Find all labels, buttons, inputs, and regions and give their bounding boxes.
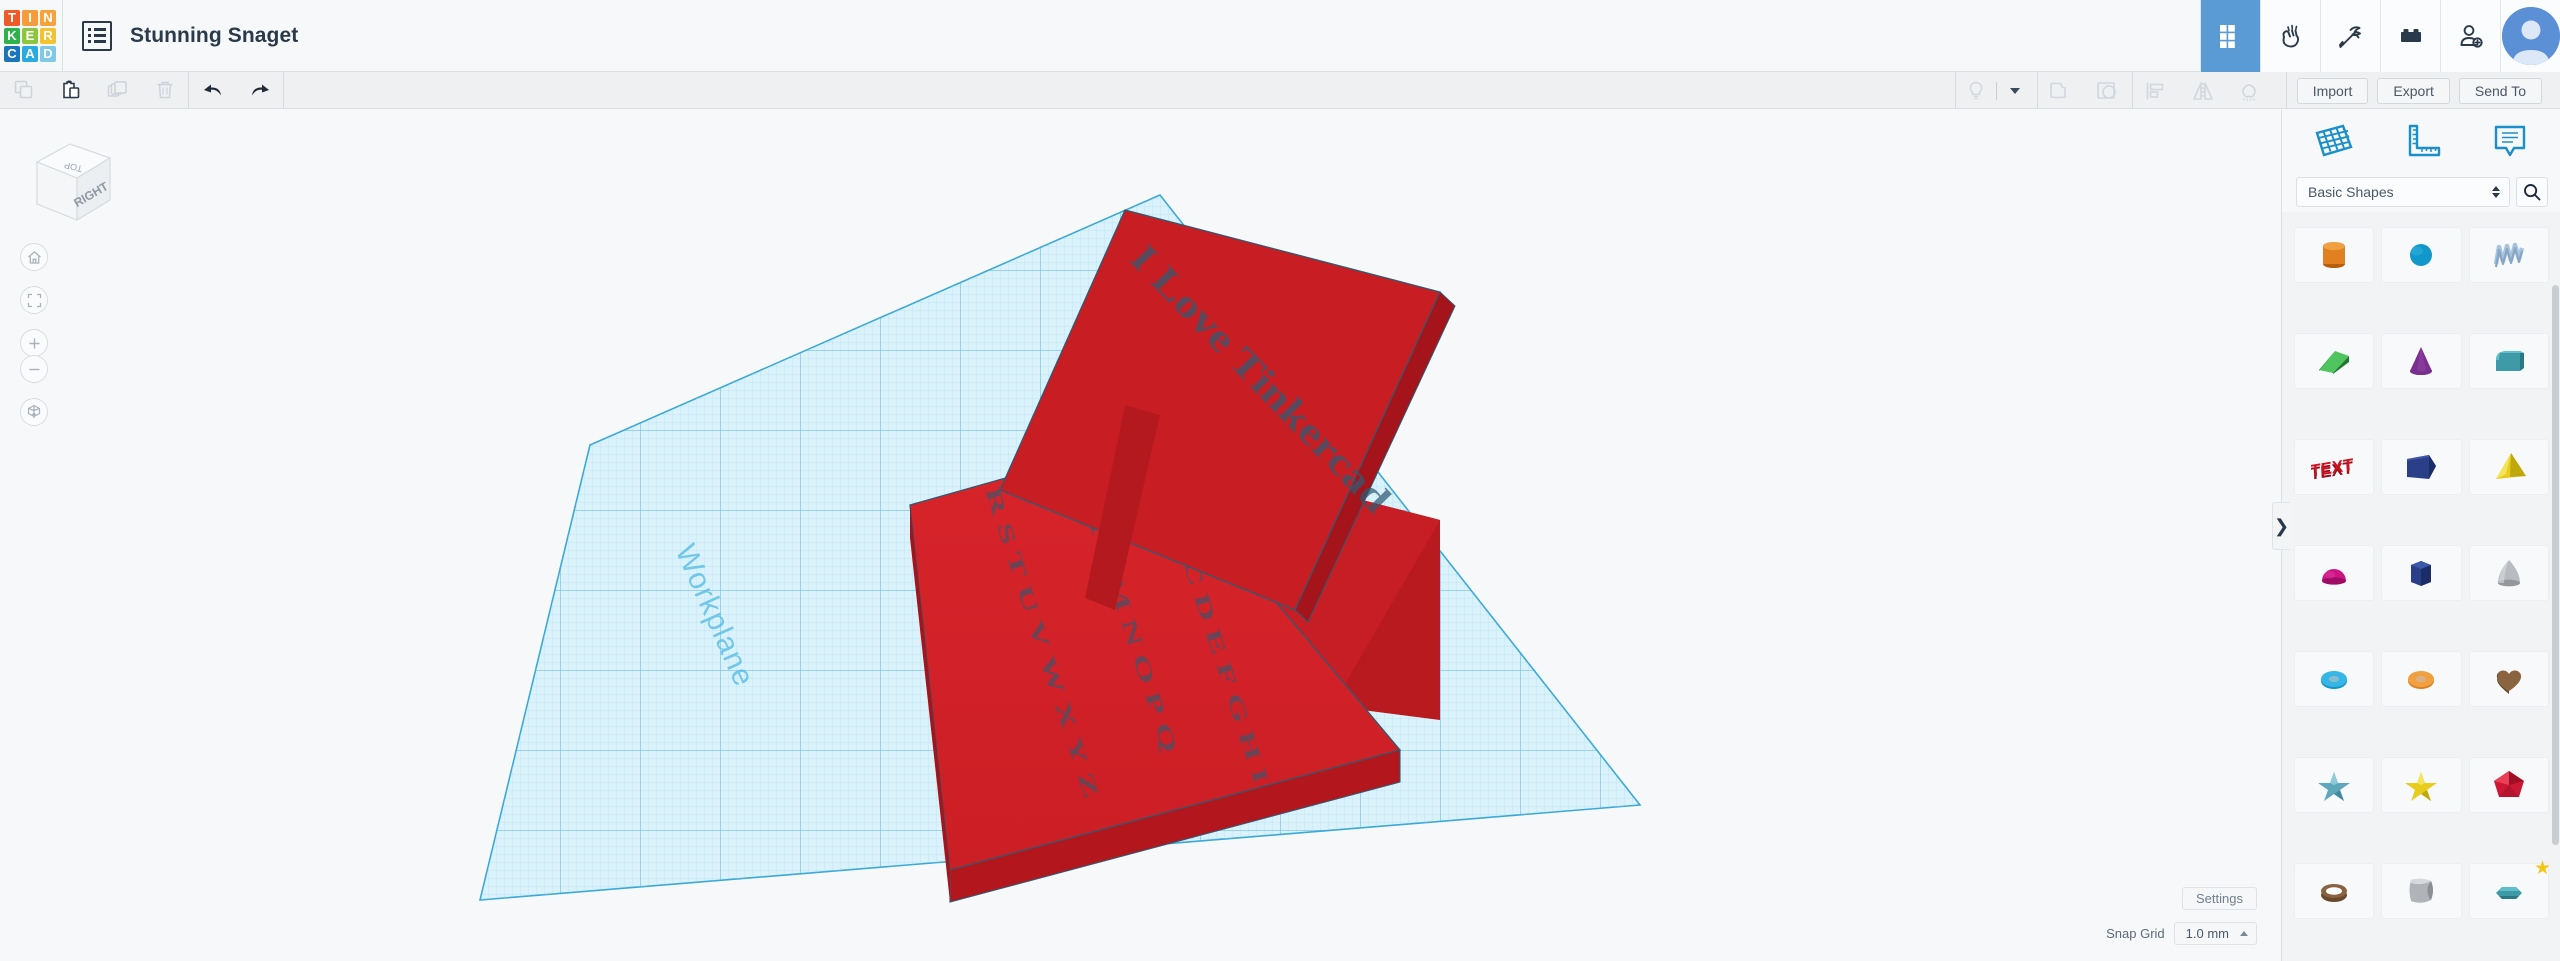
round-roof-shape[interactable] — [2381, 651, 2462, 707]
star-gold-shape[interactable] — [2381, 757, 2462, 813]
export-button[interactable]: Export — [2377, 77, 2450, 104]
redo-icon[interactable] — [236, 72, 283, 109]
chevron-up-icon — [2240, 931, 2248, 936]
logo-tile-d: D — [40, 45, 56, 62]
hand-tinker-icon[interactable] — [2260, 0, 2320, 72]
shape-library-grid[interactable]: TEXT TEXT ★ — [2282, 223, 2560, 961]
user-avatar[interactable] — [2500, 0, 2560, 72]
logo-tile-a: A — [22, 45, 38, 62]
page-title[interactable]: Stunning Snaget — [130, 24, 298, 48]
view-cube[interactable]: TOP RIGHT — [22, 132, 118, 228]
logo-tile-n: N — [40, 9, 56, 26]
toolbar-separator — [2285, 72, 2287, 109]
spinner-icon — [2492, 186, 2500, 198]
logo-tile-t: T — [4, 9, 20, 26]
star-badge-icon: ★ — [2533, 858, 2551, 879]
edit-toolbar: Import Export Send To — [0, 71, 2560, 109]
paste-icon[interactable] — [47, 72, 94, 109]
hemisphere-shape[interactable] — [2294, 545, 2375, 601]
logo-tile-e: E — [22, 27, 38, 44]
pyramid-shape[interactable] — [2468, 439, 2549, 495]
scribble-shape[interactable] — [2468, 227, 2549, 283]
header-actions — [2200, 0, 2560, 72]
chevron-down-icon[interactable] — [2003, 72, 2027, 109]
roof-shape[interactable] — [2468, 333, 2549, 389]
delete-icon[interactable] — [141, 72, 188, 109]
light-divider — [1995, 81, 1997, 100]
lightbulb-icon[interactable] — [1956, 72, 1996, 109]
magnet-icon[interactable] — [2227, 72, 2274, 109]
pickaxe-icon[interactable] — [2320, 0, 2380, 72]
list-menu-icon[interactable] — [82, 20, 112, 51]
workplane-tab-icon[interactable] — [2290, 112, 2378, 170]
add-person-icon[interactable] — [2440, 0, 2500, 72]
logo-tile-k: K — [4, 27, 20, 44]
snap-grid-value: 1.0 mm — [2185, 926, 2229, 941]
cylinder-shape[interactable] — [2294, 227, 2375, 283]
ungroup-icon[interactable] — [2085, 72, 2132, 109]
logo-tile-r: R — [40, 27, 56, 44]
gem-shape[interactable]: ★ — [2468, 859, 2551, 919]
ring-shape[interactable] — [2294, 863, 2375, 919]
logo-tile-c: C — [4, 45, 20, 62]
snap-grid-row: Snap Grid 1.0 mm — [2106, 922, 2257, 945]
snap-grid-select[interactable]: 1.0 mm — [2173, 922, 2257, 945]
torus-shape[interactable] — [2294, 651, 2375, 707]
history-group — [189, 72, 283, 109]
polyhedron-shape[interactable] — [2468, 757, 2549, 813]
ruler-tab-icon[interactable] — [2378, 112, 2466, 170]
clipboard-group — [0, 72, 188, 109]
toolbar-right-group: Import Export Send To — [1954, 72, 2560, 109]
rounded-cube-shape[interactable] — [2381, 863, 2462, 919]
logo-tile-i: I — [22, 9, 38, 26]
home-view-button[interactable] — [20, 243, 48, 271]
search-icon[interactable] — [2516, 177, 2548, 207]
star-shape[interactable] — [2294, 757, 2375, 813]
wedge-shape[interactable] — [2294, 333, 2375, 389]
undo-icon[interactable] — [189, 72, 236, 109]
copy-icon[interactable] — [0, 72, 47, 109]
header-divider — [62, 0, 63, 72]
snap-grid-label: Snap Grid — [2106, 926, 2165, 941]
send-to-button[interactable]: Send To — [2458, 77, 2542, 104]
shape-category-select[interactable]: Basic Shapes — [2296, 177, 2510, 207]
3d-viewport[interactable]: Workplane ABCDEFGHI JKLMNOPQ RSTUVWXYZ I… — [0, 110, 2281, 961]
box-shape[interactable] — [2381, 439, 2462, 495]
zoom-in-button[interactable] — [20, 329, 48, 357]
grid-view-icon[interactable] — [2200, 0, 2260, 72]
text-shape[interactable]: TEXT TEXT — [2294, 439, 2375, 495]
fit-view-button[interactable] — [20, 286, 48, 314]
toolbar-separator — [283, 71, 284, 109]
settings-button[interactable]: Settings — [2182, 887, 2257, 910]
import-button[interactable]: Import — [2296, 77, 2369, 104]
hexprism-shape[interactable] — [2381, 545, 2462, 601]
shape-category-picker: Basic Shapes — [2282, 172, 2560, 212]
perspective-toggle-button[interactable] — [20, 398, 48, 426]
align-icon[interactable] — [2133, 72, 2180, 109]
duplicate-icon[interactable] — [94, 72, 141, 109]
lego-brick-icon[interactable] — [2380, 0, 2440, 72]
avatar — [2501, 7, 2560, 65]
tinkercad-logo[interactable]: TIN KER CAD — [4, 9, 56, 62]
mirror-icon[interactable] — [2180, 72, 2227, 109]
cone-shape[interactable] — [2381, 333, 2462, 389]
panel-scrollbar[interactable] — [2552, 285, 2559, 845]
shapes-panel: Basic Shapes TEXT TEXT ★ — [2281, 110, 2560, 961]
app-header: TIN KER CAD Stunning Snaget — [0, 0, 2560, 72]
panel-collapse-handle[interactable]: ❯ — [2272, 502, 2290, 550]
panel-tabs — [2282, 110, 2560, 172]
paraboloid-shape[interactable] — [2468, 545, 2549, 601]
3d-scene[interactable]: Workplane ABCDEFGHI JKLMNOPQ RSTUVWXYZ I… — [0, 110, 2281, 961]
heart-shape[interactable] — [2468, 651, 2549, 707]
notes-tab-icon[interactable] — [2466, 112, 2554, 170]
group-icon[interactable] — [2038, 72, 2085, 109]
zoom-out-button[interactable] — [20, 355, 48, 383]
sphere-shape[interactable] — [2381, 227, 2462, 283]
shape-category-value: Basic Shapes — [2308, 184, 2394, 200]
